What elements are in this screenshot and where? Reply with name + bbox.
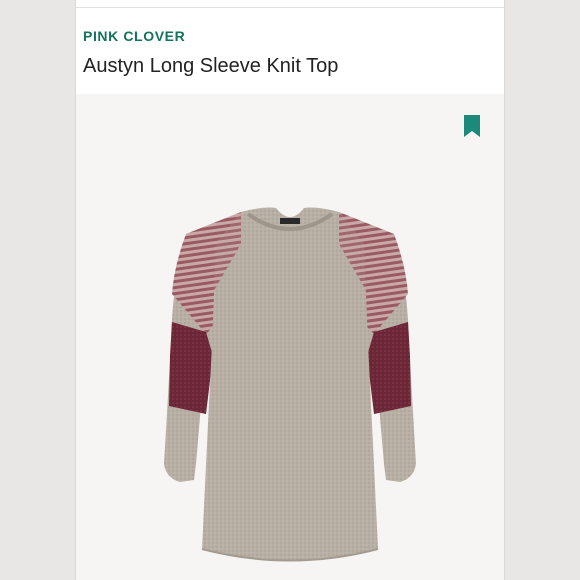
- neck-label: [280, 218, 300, 224]
- listing-card: PINK CLOVER Austyn Long Sleeve Knit Top: [76, 0, 504, 580]
- product-header: PINK CLOVER Austyn Long Sleeve Knit Top: [76, 8, 504, 94]
- shirt-illustration: [164, 207, 416, 562]
- brand-name[interactable]: PINK CLOVER: [83, 28, 185, 44]
- product-image[interactable]: [76, 94, 504, 580]
- product-title: Austyn Long Sleeve Knit Top: [83, 55, 339, 77]
- top-divider: [76, 0, 504, 8]
- bookmark-icon[interactable]: [463, 114, 481, 138]
